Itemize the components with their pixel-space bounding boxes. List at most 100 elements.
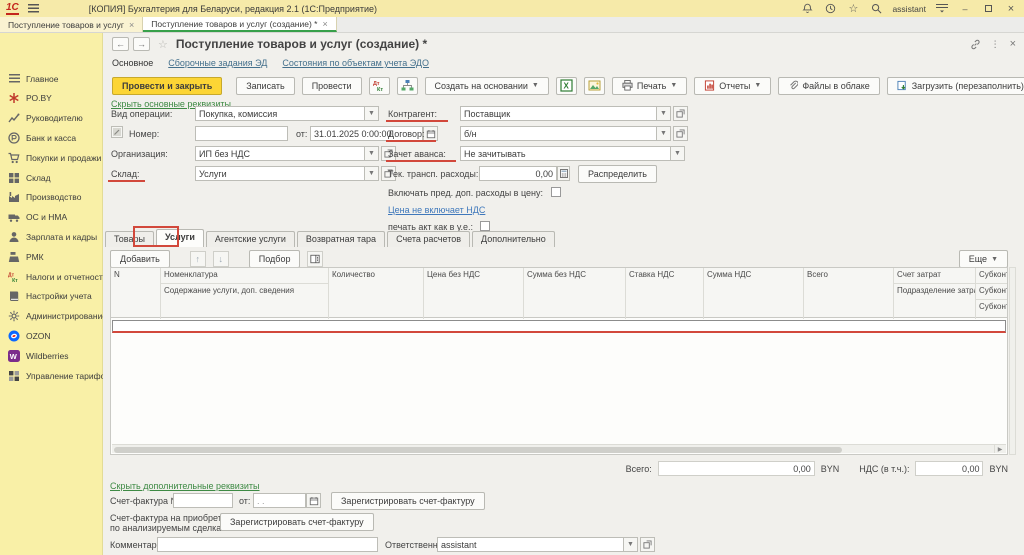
show-postings-icon[interactable]: ДтКт (369, 77, 390, 95)
scroll-right-icon[interactable]: ▶ (994, 445, 1005, 453)
sidebar-item[interactable]: Покупки и продажи (0, 148, 103, 167)
tab-close-icon[interactable]: × (322, 19, 327, 29)
post-and-close-button[interactable]: Провести и закрыть (112, 77, 222, 95)
calculator-icon[interactable] (557, 166, 570, 181)
post-button[interactable]: Провести (302, 77, 362, 95)
sidebar-item[interactable]: Банк и касса (0, 128, 103, 147)
cloud-files-button[interactable]: Файлы в облаке (778, 77, 879, 95)
comment-input[interactable] (157, 537, 378, 552)
warehouse-input[interactable]: Услуги (195, 166, 365, 181)
organization-dropdown-icon[interactable]: ▼ (365, 146, 379, 161)
parts-tab[interactable]: Счета расчетов (387, 231, 470, 247)
parts-tab[interactable]: Дополнительно (472, 231, 555, 247)
sidebar-item[interactable]: РМК (0, 247, 103, 266)
contract-dropdown-icon[interactable]: ▼ (657, 126, 671, 141)
hide-additional-requisites-link[interactable]: Скрыть дополнительные реквизиты (110, 481, 260, 491)
contractor-open-icon[interactable] (673, 106, 688, 121)
nav-edo-states[interactable]: Состояния по объектам учета ЭДО (282, 58, 429, 68)
move-down-icon[interactable]: ↓ (213, 251, 229, 267)
sidebar-item[interactable]: ОС и НМА (0, 208, 103, 227)
invoice-date-input[interactable]: . . (253, 493, 306, 508)
distribute-button[interactable]: Распределить (578, 165, 657, 183)
sidebar-item[interactable]: ДтКтНалоги и отчетность (0, 267, 103, 286)
parts-tab[interactable]: Агентские услуги (206, 231, 295, 247)
forward-button[interactable]: → (133, 37, 150, 51)
service-menu-icon[interactable] (935, 2, 949, 16)
sidebar-item[interactable]: Зарплата и кадры (0, 227, 103, 246)
organization-input[interactable]: ИП без НДС (195, 146, 365, 161)
include-expenses-checkbox[interactable] (551, 187, 561, 197)
maximize-icon[interactable] (981, 2, 995, 16)
reports-button[interactable]: Отчеты▼ (694, 77, 771, 95)
nav-assembly-tasks[interactable]: Сборочные задания ЭД (168, 58, 267, 68)
responsible-dropdown-icon[interactable]: ▼ (624, 537, 638, 552)
move-up-icon[interactable]: ↑ (190, 251, 206, 267)
sidebar-item[interactable]: Производство (0, 188, 103, 207)
search-icon[interactable] (869, 2, 883, 16)
get-link-icon[interactable] (970, 39, 981, 50)
sidebar-item[interactable]: Администрирование (0, 307, 103, 326)
responsible-open-icon[interactable] (640, 537, 655, 552)
advance-offset-input[interactable]: Не зачитывать (460, 146, 671, 161)
table-more-button[interactable]: Еще▼ (959, 250, 1008, 268)
sidebar-item[interactable]: OZON (0, 326, 103, 345)
sidebar-item[interactable]: Управление тарифом (0, 366, 103, 385)
sidebar-item[interactable]: Склад (0, 168, 103, 187)
main-menu-icon[interactable] (27, 2, 41, 16)
load-from-file-button[interactable]: Загрузить (перезаполнить) из файла (887, 77, 1024, 95)
invoice-number-input[interactable] (173, 493, 233, 508)
print-button[interactable]: Печать▼ (612, 77, 687, 95)
sidebar-item[interactable]: Главное (0, 69, 103, 88)
horizontal-scrollbar[interactable]: ▶ (112, 444, 1006, 453)
parts-tab[interactable]: Услуги (156, 229, 204, 247)
window-tab[interactable]: Поступление товаров и услуг (создание) *… (143, 17, 336, 32)
operation-type-input[interactable]: Покупка, комиссия (195, 106, 365, 121)
price-no-vat-link[interactable]: Цена не включает НДС (388, 205, 485, 215)
sidebar-item[interactable]: Руководителю (0, 109, 103, 128)
window-tab[interactable]: Поступление товаров и услуг× (0, 17, 143, 32)
register-invoice-button[interactable]: Зарегистрировать счет-фактуру (331, 492, 485, 510)
contractor-dropdown-icon[interactable]: ▼ (657, 106, 671, 121)
contract-input[interactable]: б/н (460, 126, 657, 141)
minimize-icon[interactable]: – (958, 2, 972, 16)
invoice-calendar-icon[interactable] (306, 493, 321, 508)
scrollbar-thumb[interactable] (114, 447, 842, 453)
warehouse-dropdown-icon[interactable]: ▼ (365, 166, 379, 181)
contract-open-icon[interactable] (673, 126, 688, 141)
calendar-icon[interactable] (423, 126, 438, 141)
back-button[interactable]: ← (112, 37, 129, 51)
sidebar-item[interactable]: Настройки учета (0, 287, 103, 306)
parts-tab[interactable]: Возвратная тара (297, 231, 385, 247)
table-empty-row[interactable] (112, 320, 1006, 333)
save-button[interactable]: Записать (236, 77, 294, 95)
operation-type-dropdown-icon[interactable]: ▼ (365, 106, 379, 121)
sidebar-item[interactable]: РО.BY (0, 89, 103, 108)
pick-button[interactable]: Подбор (249, 250, 301, 268)
notifications-bell-icon[interactable] (800, 2, 814, 16)
sidebar-item[interactable]: WWildberries (0, 346, 103, 365)
transport-costs-input[interactable]: 0,00 (479, 166, 557, 181)
current-user[interactable]: assistant (892, 4, 926, 14)
document-structure-icon[interactable] (397, 77, 418, 95)
contractor-input[interactable]: Поставщик (460, 106, 657, 121)
attach-image-icon[interactable] (584, 77, 605, 95)
tab-close-icon[interactable]: × (129, 20, 134, 30)
number-input[interactable] (195, 126, 288, 141)
close-icon[interactable]: × (1004, 2, 1018, 16)
history-icon[interactable] (823, 2, 837, 16)
close-form-icon[interactable]: × (1010, 38, 1016, 50)
column-settings-icon[interactable] (307, 251, 323, 267)
advance-offset-dropdown-icon[interactable]: ▼ (671, 146, 685, 161)
parts-tab[interactable]: Товары (105, 231, 154, 247)
more-actions-icon[interactable]: ⋮ (991, 39, 1000, 50)
edit-number-icon[interactable] (111, 126, 123, 138)
register-invoice-acq-button[interactable]: Зарегистрировать счет-фактуру (220, 513, 374, 531)
favorite-star-icon[interactable]: ☆ (158, 38, 168, 51)
vertical-scrollbar[interactable] (1009, 267, 1016, 455)
nav-main[interactable]: Основное (112, 58, 153, 68)
add-row-button[interactable]: Добавить (110, 250, 170, 268)
create-based-on-button[interactable]: Создать на основании▼ (425, 77, 549, 95)
create-eschf-icon[interactable]: X (556, 77, 577, 95)
favorites-star-icon[interactable]: ☆ (846, 2, 860, 16)
responsible-input[interactable]: assistant (437, 537, 624, 552)
